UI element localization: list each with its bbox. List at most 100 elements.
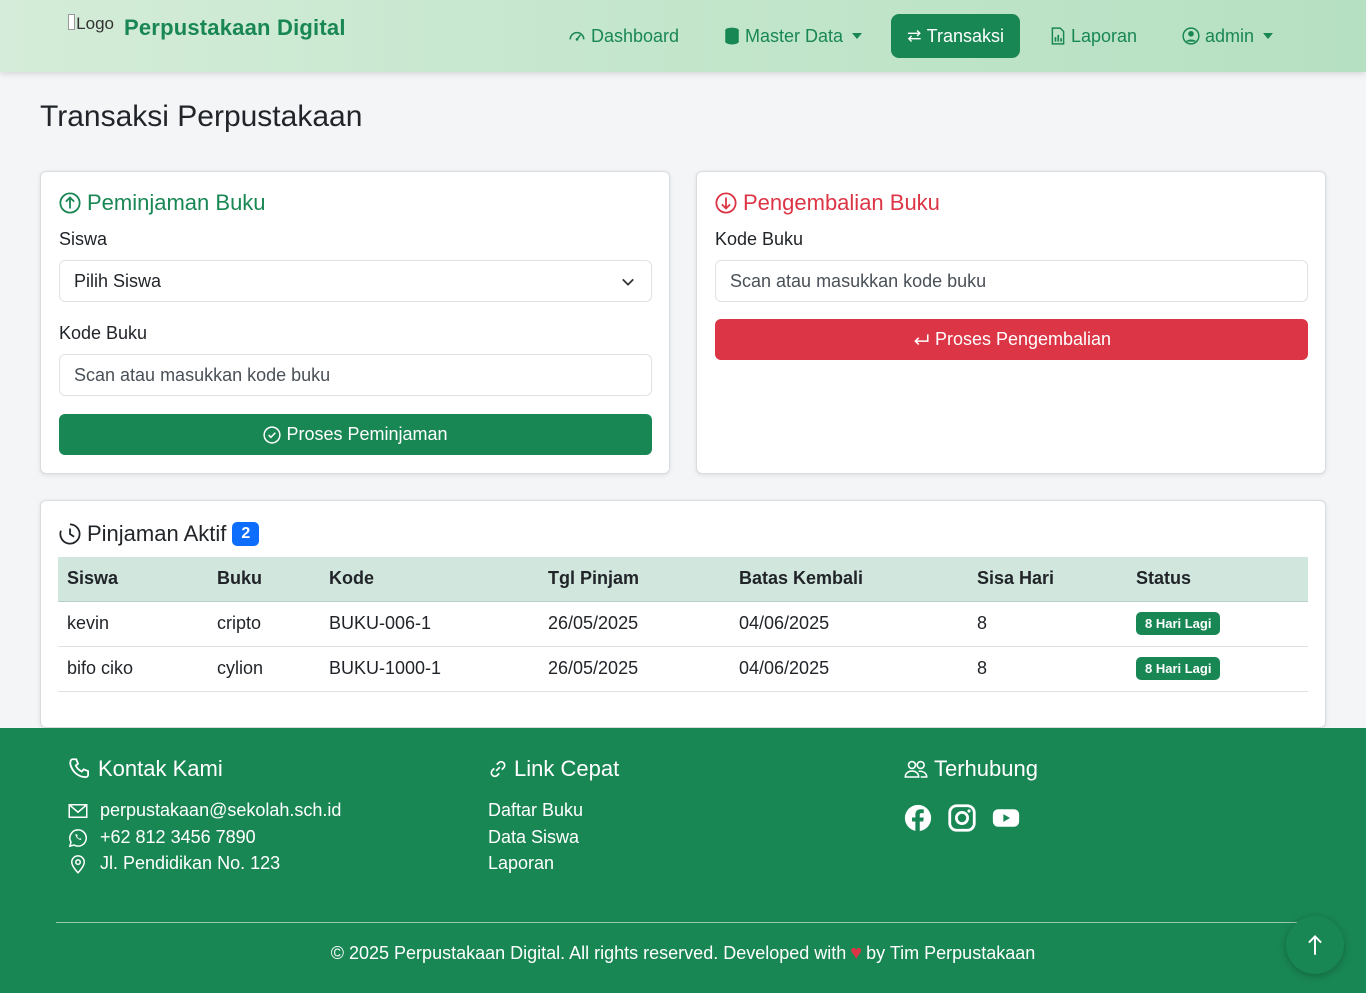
return-code-input[interactable]: Scan atau masukkan kode buku bbox=[715, 260, 1308, 302]
footer-link-data-siswa[interactable]: Data Siswa bbox=[488, 827, 579, 848]
chevron-down-icon bbox=[622, 278, 634, 286]
database-icon bbox=[725, 27, 739, 45]
col-header: Siswa bbox=[58, 557, 208, 602]
return-card-title: Pengembalian Buku bbox=[715, 190, 940, 216]
nav-master-data-label: Master Data bbox=[745, 25, 844, 46]
footer-contact: Kontak Kami bbox=[68, 756, 223, 782]
return-code-placeholder: Scan atau masukkan kode buku bbox=[730, 270, 987, 291]
table-header-row: Siswa Buku Kode Tgl Pinjam Batas Kembali… bbox=[58, 557, 1308, 602]
nav-admin-label: admin bbox=[1205, 25, 1255, 46]
borrow-code-input[interactable]: Scan atau masukkan kode buku bbox=[59, 354, 652, 396]
cell-status: 8 Hari Lagi bbox=[1127, 601, 1308, 647]
arrow-up-circle-icon bbox=[59, 192, 81, 214]
student-label: Siswa bbox=[59, 229, 108, 249]
status-badge: 8 Hari Lagi bbox=[1136, 612, 1221, 635]
footer-contact-title: Kontak Kami bbox=[98, 756, 223, 781]
copyright-credit: by Tim Perpustakaan bbox=[866, 943, 1036, 963]
logo-image: Logo bbox=[68, 14, 114, 42]
cell-due-date: 04/06/2025 bbox=[730, 601, 968, 647]
clock-history-icon bbox=[59, 523, 81, 545]
nav-laporan-label: Laporan bbox=[1071, 25, 1138, 46]
arrow-up-icon bbox=[1308, 935, 1322, 955]
footer-links-title: Link Cepat bbox=[514, 756, 620, 781]
borrow-code-placeholder: Scan atau masukkan kode buku bbox=[74, 364, 331, 385]
navbar: Logo Perpustakaan Digital Dashboard Mast… bbox=[0, 0, 1366, 72]
footer-divider bbox=[56, 922, 1300, 923]
nav-admin[interactable]: admin bbox=[1166, 14, 1289, 58]
cell-student: kevin bbox=[58, 601, 208, 647]
table-row: kevin cripto BUKU-006-1 26/05/2025 04/06… bbox=[58, 601, 1308, 647]
cell-code: BUKU-1000-1 bbox=[320, 646, 539, 692]
cell-borrow-date: 26/05/2025 bbox=[539, 646, 730, 692]
map-pin-icon bbox=[70, 854, 86, 874]
people-icon bbox=[904, 760, 928, 778]
loan-count-badge: 2 bbox=[232, 522, 260, 546]
speedometer-icon bbox=[569, 31, 585, 41]
cell-book: cylion bbox=[208, 646, 320, 692]
cell-borrow-date: 26/05/2025 bbox=[539, 601, 730, 647]
nav-dashboard[interactable]: Dashboard bbox=[552, 14, 695, 58]
envelope-icon bbox=[68, 803, 88, 818]
footer-social: Terhubung bbox=[904, 756, 1038, 782]
cell-book: cripto bbox=[208, 601, 320, 647]
user-circle-icon bbox=[1182, 27, 1200, 45]
heart-icon: ♥ bbox=[850, 942, 863, 964]
process-return-button[interactable]: Proses Pengembalian bbox=[715, 319, 1308, 360]
check-circle-icon bbox=[263, 425, 282, 444]
active-loans-title-text: Pinjaman Aktif bbox=[87, 521, 227, 546]
footer-social-heading: Terhubung bbox=[904, 756, 1038, 782]
cell-student: bifo ciko bbox=[58, 646, 208, 692]
col-header: Kode bbox=[320, 557, 539, 602]
col-header: Batas Kembali bbox=[730, 557, 968, 602]
arrows-exchange-icon bbox=[907, 30, 921, 42]
footer-link-daftar-buku[interactable]: Daftar Buku bbox=[488, 800, 583, 821]
return-code-label: Kode Buku bbox=[715, 229, 804, 249]
contact-phone-text: +62 812 3456 7890 bbox=[100, 827, 256, 847]
back-to-top-button[interactable] bbox=[1286, 916, 1344, 974]
contact-email[interactable]: perpustakaan@sekolah.sch.id bbox=[68, 800, 341, 821]
borrow-card-title: Peminjaman Buku bbox=[59, 190, 266, 216]
footer-link-laporan[interactable]: Laporan bbox=[488, 853, 554, 874]
borrow-title-text: Peminjaman Buku bbox=[87, 190, 266, 215]
status-badge: 8 Hari Lagi bbox=[1136, 657, 1221, 680]
social-icons bbox=[904, 804, 1036, 832]
brand[interactable]: Logo Perpustakaan Digital bbox=[68, 14, 346, 42]
nav-transaksi[interactable]: Transaksi bbox=[891, 14, 1020, 58]
active-loans-table: Siswa Buku Kode Tgl Pinjam Batas Kembali… bbox=[58, 557, 1308, 692]
process-borrow-button[interactable]: Proses Peminjaman bbox=[59, 414, 652, 455]
col-header: Buku bbox=[208, 557, 320, 602]
link-icon bbox=[490, 760, 506, 778]
arrow-down-circle-icon bbox=[715, 192, 737, 214]
page-title: Transaksi Perpustakaan bbox=[40, 100, 363, 133]
student-select-value: Pilih Siswa bbox=[74, 270, 162, 291]
youtube-icon[interactable] bbox=[992, 804, 1020, 832]
borrow-code-label: Kode Buku bbox=[59, 323, 148, 343]
col-header: Sisa Hari bbox=[968, 557, 1127, 602]
table-row: bifo ciko cylion BUKU-1000-1 26/05/2025 … bbox=[58, 646, 1308, 692]
chevron-down-icon bbox=[852, 33, 863, 39]
phone-icon bbox=[69, 758, 89, 779]
file-chart-icon bbox=[1051, 27, 1065, 45]
facebook-icon[interactable] bbox=[904, 804, 932, 832]
borrow-card: Peminjaman Buku Siswa Pilih Siswa Kode B… bbox=[40, 171, 670, 474]
return-title-text: Pengembalian Buku bbox=[743, 190, 940, 215]
cell-days-left: 8 bbox=[968, 601, 1127, 647]
cell-due-date: 04/06/2025 bbox=[730, 646, 968, 692]
brand-name[interactable]: Perpustakaan Digital bbox=[124, 15, 346, 41]
cell-status: 8 Hari Lagi bbox=[1127, 646, 1308, 692]
instagram-icon[interactable] bbox=[948, 804, 976, 832]
copyright-text: © 2025 Perpustakaan Digital. All rights … bbox=[330, 943, 847, 963]
return-card: Pengembalian Buku Kode Buku Scan atau ma… bbox=[696, 171, 1326, 474]
student-select[interactable]: Pilih Siswa bbox=[59, 260, 652, 302]
nav-master-data[interactable]: Master Data bbox=[708, 14, 878, 58]
return-arrow-icon bbox=[914, 333, 929, 345]
col-header: Tgl Pinjam bbox=[539, 557, 730, 602]
cell-code: BUKU-006-1 bbox=[320, 601, 539, 647]
col-header: Status bbox=[1127, 557, 1308, 602]
whatsapp-icon bbox=[68, 828, 87, 847]
contact-email-text: perpustakaan@sekolah.sch.id bbox=[100, 800, 342, 820]
footer: Kontak Kami perpustakaan@sekolah.sch.id … bbox=[0, 728, 1366, 993]
contact-phone[interactable]: +62 812 3456 7890 bbox=[68, 827, 256, 848]
nav-laporan[interactable]: Laporan bbox=[1034, 14, 1153, 58]
process-return-label: Proses Pengembalian bbox=[934, 329, 1112, 349]
